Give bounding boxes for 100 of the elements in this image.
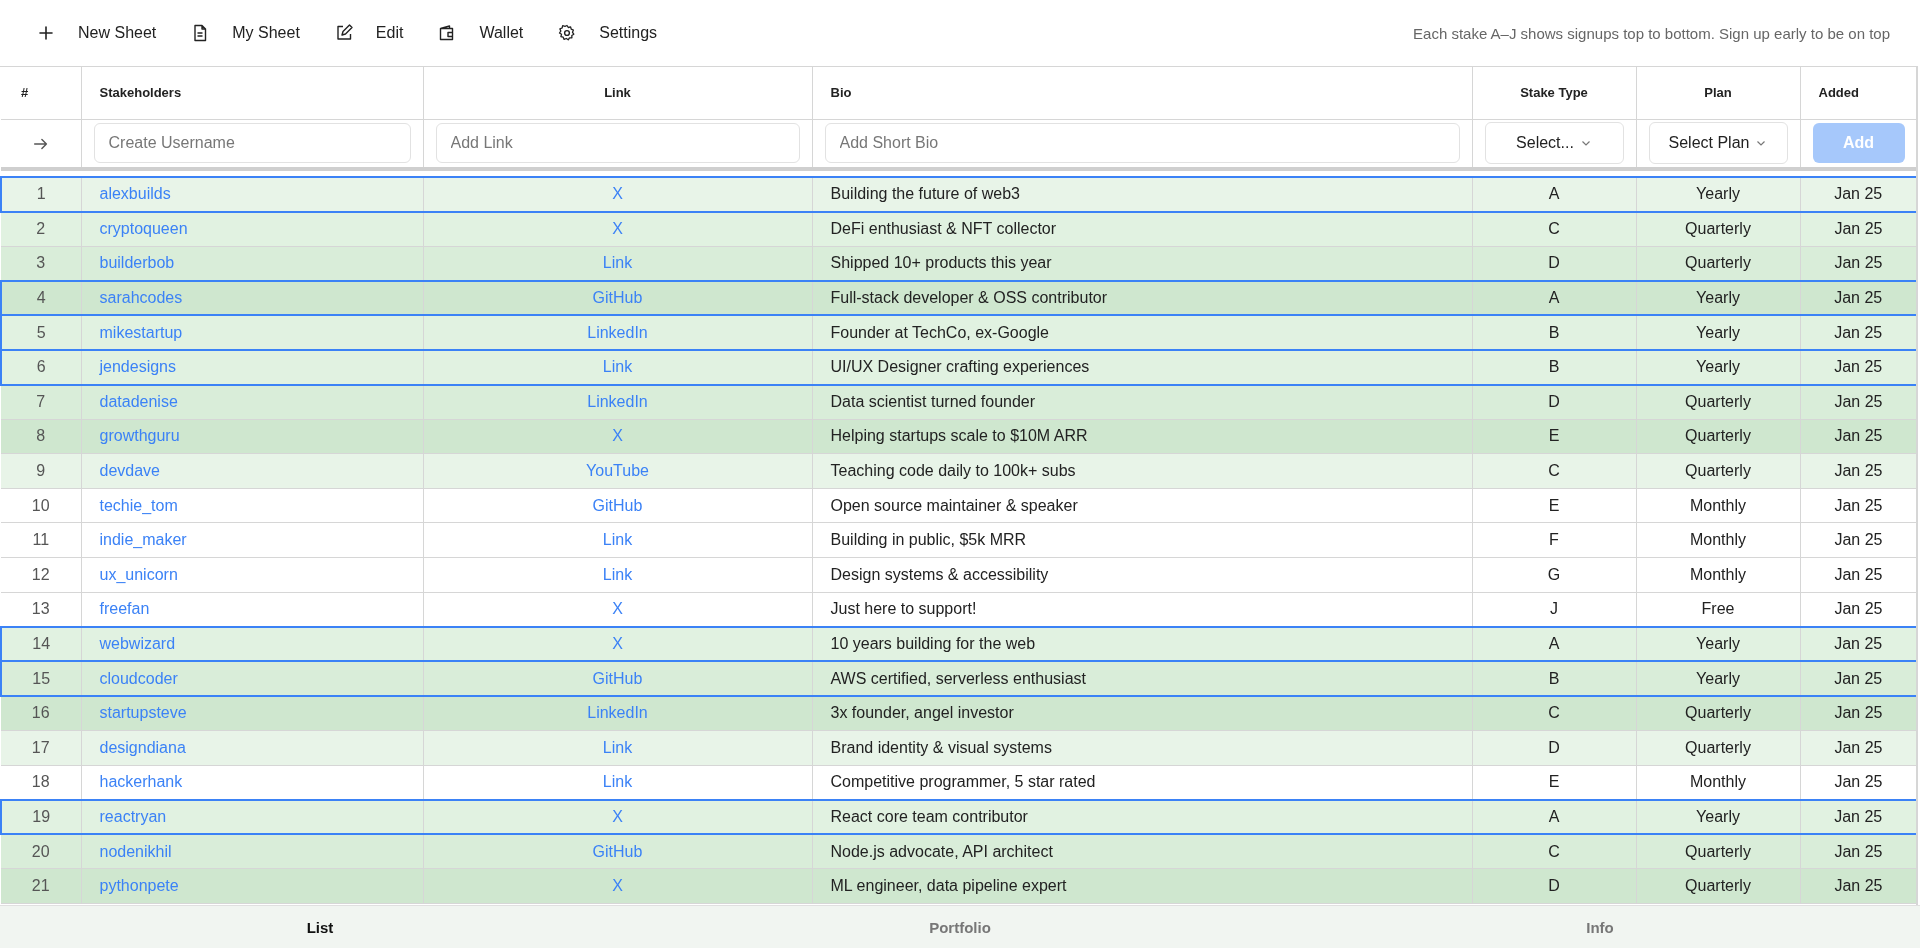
row-number: 11 bbox=[1, 522, 81, 558]
username-link[interactable]: nodenikhil bbox=[99, 842, 172, 860]
added-cell: Jan 25 bbox=[1800, 177, 1916, 212]
profile-link[interactable]: GitHub bbox=[592, 289, 643, 307]
stake-type-cell: D bbox=[1472, 246, 1636, 281]
table-row[interactable]: 14 webwizard X 10 years building for the web A Yearly Jan 25 bbox=[1, 626, 1916, 662]
stake-type-cell: E bbox=[1472, 488, 1636, 523]
profile-link[interactable]: Link bbox=[602, 738, 633, 756]
username-link[interactable]: mikestartup bbox=[99, 323, 183, 341]
profile-link[interactable]: YouTube bbox=[586, 462, 649, 480]
profile-link[interactable]: LinkedIn bbox=[587, 393, 648, 411]
username-link[interactable]: datadenise bbox=[99, 393, 178, 411]
table-row[interactable]: 1 alexbuilds X Building the future of web3 A Yearly Jan 25 bbox=[1, 177, 1916, 212]
table-row[interactable]: 15 cloudcoder GitHub AWS certified, serverless enthusiast B Yearly Jan 25 bbox=[1, 661, 1916, 696]
profile-link[interactable]: X bbox=[612, 185, 623, 203]
profile-link[interactable]: X bbox=[612, 600, 623, 618]
row-number: 10 bbox=[1, 488, 81, 523]
column-header: Stakeholders bbox=[81, 67, 423, 119]
profile-link[interactable]: GitHub bbox=[592, 842, 643, 860]
table-row[interactable]: 9 devdave YouTube Teaching code daily to 100k+ subs C Quarterly Jan 25 bbox=[1, 453, 1916, 489]
profile-link[interactable]: Link bbox=[602, 254, 633, 272]
bottom-tab[interactable]: Info bbox=[1280, 917, 1920, 937]
toolbar-button[interactable]: Edit bbox=[333, 23, 404, 43]
stake-type-cell: F bbox=[1472, 522, 1636, 558]
profile-link[interactable]: GitHub bbox=[592, 669, 643, 687]
profile-link[interactable]: X bbox=[612, 808, 623, 825]
username-link[interactable]: techie_tom bbox=[99, 496, 178, 514]
table-row[interactable]: 4 sarahcodes GitHub Full-stack developer & OSS contributor A Yearly Jan 25 bbox=[1, 280, 1916, 316]
toolbar-button[interactable]: New Sheet bbox=[36, 23, 157, 43]
row-number: 8 bbox=[1, 419, 81, 454]
bio-field[interactable]: Add Short Bio bbox=[824, 123, 1460, 164]
added-cell: Jan 25 bbox=[1800, 246, 1916, 281]
profile-link[interactable]: GitHub bbox=[592, 496, 643, 514]
profile-link[interactable]: X bbox=[612, 877, 623, 895]
bio-cell: AWS certified, serverless enthusiast bbox=[812, 661, 1472, 696]
plan-cell: Monthly bbox=[1636, 765, 1800, 800]
toolbar-button[interactable]: Settings bbox=[557, 23, 658, 43]
username-link[interactable]: growthguru bbox=[99, 427, 180, 445]
username-link[interactable]: hackerhank bbox=[99, 773, 183, 791]
plan-cell: Yearly bbox=[1636, 661, 1800, 696]
profile-link[interactable]: X bbox=[612, 220, 623, 238]
row-number: 2 bbox=[1, 211, 81, 247]
username-link[interactable]: sarahcodes bbox=[99, 289, 183, 307]
username-link[interactable]: ux_unicorn bbox=[99, 565, 178, 583]
table-row[interactable]: 16 startupsteve LinkedIn 3x founder, angel investor C Quarterly Jan 25 bbox=[1, 695, 1916, 731]
bio-cell: ML engineer, data pipeline expert bbox=[812, 868, 1472, 904]
plan-cell: Quarterly bbox=[1636, 868, 1800, 904]
table-row[interactable]: 17 designdiana Link Brand identity & visual systems D Quarterly Jan 25 bbox=[1, 730, 1916, 766]
username-link[interactable]: freefan bbox=[99, 600, 150, 618]
table-row[interactable]: 20 nodenikhil GitHub Node.js advocate, API architect C Quarterly Jan 25 bbox=[1, 834, 1916, 869]
plan-cell: Free bbox=[1636, 592, 1800, 627]
profile-link[interactable]: Link bbox=[602, 358, 633, 376]
table-row[interactable]: 10 techie_tom GitHub Open source maintainer & speaker E Monthly Jan 25 bbox=[1, 488, 1916, 523]
username-link[interactable]: startupsteve bbox=[99, 704, 187, 722]
username-link[interactable]: pythonpete bbox=[99, 877, 179, 895]
table-row[interactable]: 3 builderbob Link Shipped 10+ products this year D Quarterly Jan 25 bbox=[1, 246, 1916, 281]
link-field[interactable]: Add Link bbox=[435, 123, 800, 164]
profile-link[interactable]: X bbox=[612, 427, 623, 445]
bottom-tab[interactable]: List bbox=[0, 917, 640, 937]
table-row[interactable]: 2 cryptoqueen X DeFi enthusiast & NFT collector C Quarterly Jan 25 bbox=[1, 211, 1916, 247]
username-link[interactable]: cloudcoder bbox=[99, 669, 178, 687]
profile-link[interactable]: Link bbox=[602, 565, 633, 583]
table-row[interactable]: 7 datadenise LinkedIn Data scientist turned founder D Quarterly Jan 25 bbox=[1, 384, 1916, 420]
username-link[interactable]: designdiana bbox=[99, 738, 186, 756]
added-cell: Jan 25 bbox=[1800, 592, 1916, 627]
profile-link[interactable]: Link bbox=[602, 531, 633, 549]
stake-type-cell: B bbox=[1472, 349, 1636, 385]
profile-link[interactable]: Link bbox=[602, 773, 633, 791]
bio-cell: Full-stack developer & OSS contributor bbox=[812, 280, 1472, 316]
table-row[interactable]: 18 hackerhank Link Competitive programmer, 5 star rated E Monthly Jan 25 bbox=[1, 765, 1916, 800]
bottom-tab[interactable]: Portfolio bbox=[640, 917, 1280, 937]
username-link[interactable]: builderbob bbox=[99, 254, 175, 272]
username-link[interactable]: webwizard bbox=[99, 635, 176, 652]
username-link[interactable]: alexbuilds bbox=[99, 185, 171, 203]
username-link[interactable]: devdave bbox=[99, 462, 160, 480]
username-link[interactable]: jendesigns bbox=[99, 358, 176, 376]
stake-type-select[interactable]: Select... bbox=[1484, 122, 1624, 165]
plan-select[interactable]: Select Plan bbox=[1648, 122, 1788, 165]
profile-link[interactable]: X bbox=[612, 635, 623, 652]
bio-cell: Building in public, $5k MRR bbox=[812, 522, 1472, 558]
row-number: 4 bbox=[1, 280, 81, 316]
table-row[interactable]: 5 mikestartup LinkedIn Founder at TechCo, ex-Google B Yearly Jan 25 bbox=[1, 315, 1916, 350]
username-field[interactable]: Create Username bbox=[93, 123, 411, 164]
table-row[interactable]: 21 pythonpete X ML engineer, data pipeline expert D Quarterly Jan 25 bbox=[1, 868, 1916, 904]
username-link[interactable]: indie_maker bbox=[99, 531, 187, 549]
table-row[interactable]: 19 reactryan X React core team contributor A Yearly Jan 25 bbox=[1, 799, 1916, 835]
plan-cell: Yearly bbox=[1636, 315, 1800, 350]
toolbar-button[interactable]: My Sheet bbox=[190, 23, 300, 43]
username-link[interactable]: reactryan bbox=[99, 808, 167, 825]
table-row[interactable]: 12 ux_unicorn Link Design systems & accessibility G Monthly Jan 25 bbox=[1, 557, 1916, 593]
table-row[interactable]: 6 jendesigns Link UI/UX Designer crafting experiences B Yearly Jan 25 bbox=[1, 349, 1916, 385]
bio-cell: Brand identity & visual systems bbox=[812, 730, 1472, 766]
table-row[interactable]: 8 growthguru X Helping startups scale to $10M ARR E Quarterly Jan 25 bbox=[1, 419, 1916, 454]
table-row[interactable]: 13 freefan X Just here to support! J Free Jan 25 bbox=[1, 592, 1916, 627]
username-link[interactable]: cryptoqueen bbox=[99, 220, 188, 238]
table-row[interactable]: 11 indie_maker Link Building in public, $5k MRR F Monthly Jan 25 bbox=[1, 522, 1916, 558]
toolbar-button[interactable]: Wallet bbox=[437, 23, 524, 43]
profile-link[interactable]: LinkedIn bbox=[587, 323, 648, 341]
bio-cell: DeFi enthusiast & NFT collector bbox=[812, 211, 1472, 247]
profile-link[interactable]: LinkedIn bbox=[587, 704, 648, 722]
